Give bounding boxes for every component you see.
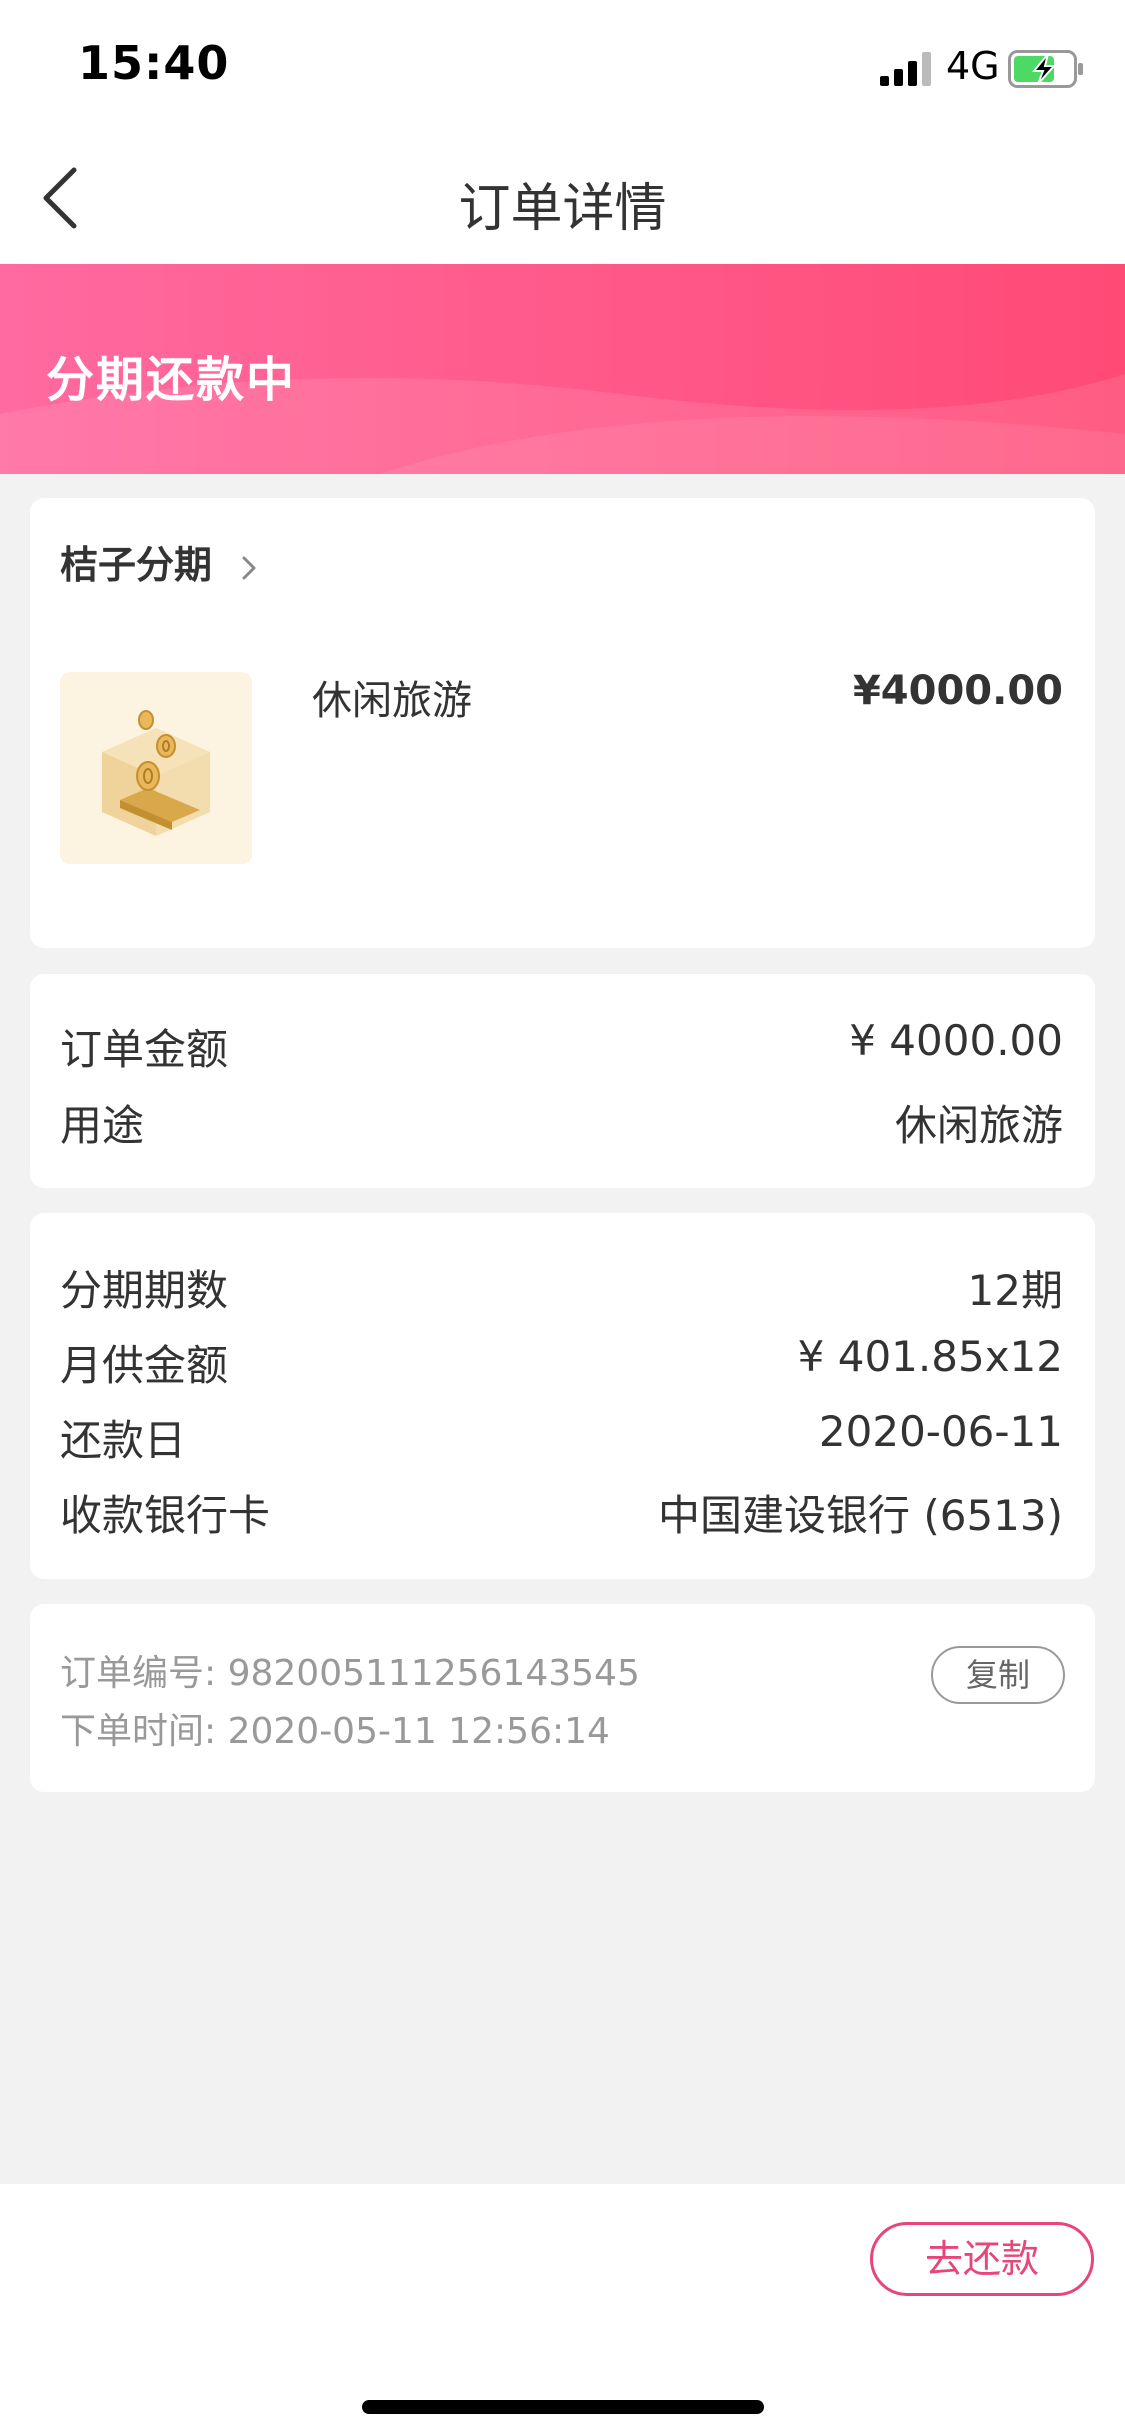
merchant-link[interactable]: 桔子分期	[60, 534, 257, 589]
monthly-payment-value: ¥ 401.85x12	[797, 1332, 1063, 1381]
gold-coin-box-icon	[102, 710, 210, 836]
merchant-name: 桔子分期	[60, 543, 213, 587]
product-card: 桔子分期 休闲旅游 ¥4000.00	[30, 498, 1095, 948]
purpose-value: 休闲旅游	[894, 1101, 1063, 1150]
chevron-right-icon	[242, 556, 256, 579]
installment-count-value: 12期	[967, 1266, 1063, 1315]
monthly-payment-row: 月供金额 ¥ 401.85x12	[60, 1332, 1063, 1392]
status-banner: 分期还款中	[0, 264, 1125, 474]
bottom-action-bar: 去还款	[0, 2184, 1125, 2436]
battery-charging-icon	[1008, 50, 1083, 88]
order-time: 下单时间: 2020-05-11 12:56:14	[60, 1711, 610, 1752]
bank-card-row: 收款银行卡 中国建设银行 (6513)	[60, 1482, 1063, 1542]
order-status-label: 分期还款中	[46, 352, 297, 408]
order-number: 订单编号: 982005111256143545	[60, 1653, 640, 1694]
nav-bar: 订单详情	[0, 132, 1125, 264]
order-amount-label: 订单金额	[60, 1025, 229, 1074]
signal-icon	[880, 52, 931, 86]
purpose-label: 用途	[60, 1101, 145, 1150]
order-meta-card: 订单编号: 982005111256143545 下单时间: 2020-05-1…	[30, 1604, 1095, 1792]
repay-button[interactable]: 去还款	[870, 2222, 1094, 2296]
monthly-payment-label: 月供金额	[60, 1341, 229, 1390]
repay-date-value: 2020-06-11	[818, 1407, 1063, 1456]
order-amount-row: 订单金额 ¥ 4000.00	[60, 1016, 1063, 1076]
bank-card-label: 收款银行卡	[60, 1491, 271, 1540]
bank-card-value: 中国建设银行 (6513)	[657, 1491, 1063, 1540]
copy-button[interactable]: 复制	[931, 1646, 1065, 1704]
order-detail-screen: 15:40 4G 订单详情 分期还款中 桔子分期 休闲旅游 ¥4000.00 订…	[0, 0, 1125, 2436]
order-summary-card: 订单金额 ¥ 4000.00 用途 休闲旅游	[30, 974, 1095, 1188]
home-indicator	[362, 2400, 764, 2414]
product-name: 休闲旅游	[312, 678, 472, 724]
product-price: ¥4000.00	[852, 668, 1063, 714]
order-amount-value: ¥ 4000.00	[849, 1016, 1063, 1065]
repay-date-row: 还款日 2020-06-11	[60, 1407, 1063, 1467]
page-title: 订单详情	[458, 179, 667, 239]
purpose-row: 用途 休闲旅游	[60, 1092, 1063, 1152]
product-thumbnail	[60, 672, 252, 864]
status-time: 15:40	[78, 36, 230, 90]
network-type: 4G	[946, 44, 1000, 88]
repay-date-label: 还款日	[60, 1416, 187, 1465]
installment-card: 分期期数 12期 月供金额 ¥ 401.85x12 还款日 2020-06-11…	[30, 1213, 1095, 1579]
installment-count-row: 分期期数 12期	[60, 1257, 1063, 1317]
status-bar: 15:40 4G	[0, 0, 1125, 132]
installment-count-label: 分期期数	[60, 1266, 229, 1315]
